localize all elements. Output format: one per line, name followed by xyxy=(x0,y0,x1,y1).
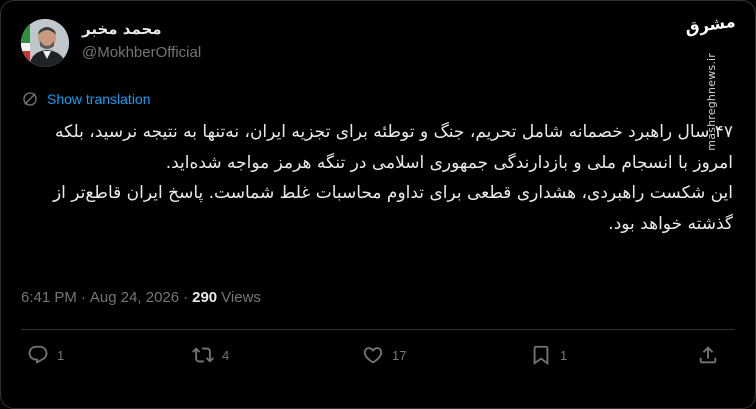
watermark-logo: مشرق xyxy=(683,11,737,38)
share-button[interactable] xyxy=(697,344,719,366)
avatar[interactable] xyxy=(21,19,69,67)
show-translation-button[interactable]: Show translation xyxy=(21,90,151,108)
views-count: 290 xyxy=(192,289,218,306)
share-icon xyxy=(699,346,717,364)
tweet-time[interactable]: 6:41 PM xyxy=(21,289,77,306)
bookmark-count: 1 xyxy=(560,347,568,363)
show-translation-label: Show translation xyxy=(47,91,151,107)
bookmark-icon xyxy=(533,345,549,366)
like-count: 17 xyxy=(392,347,407,363)
retweet-icon xyxy=(192,347,214,363)
tweet-meta: 6:41 PM · Aug 24, 2026 · 290 Views xyxy=(21,289,261,306)
retweet-count: 4 xyxy=(222,347,230,363)
heart-icon xyxy=(363,347,383,364)
translate-icon xyxy=(23,92,37,106)
watermark: مشرق mashreghnews.ir xyxy=(683,12,741,151)
meta-separator: · xyxy=(183,289,189,306)
meta-separator: · xyxy=(80,289,86,306)
reply-count: 1 xyxy=(57,347,65,363)
tweet-paragraph: ۴۷ سال راهبرد خصمانه شامل تحریم، جنگ و ت… xyxy=(55,122,733,173)
tweet-actions: 1 4 17 1 xyxy=(1,344,756,378)
author-name[interactable]: محمد مخبر xyxy=(82,20,162,38)
divider xyxy=(21,329,735,330)
tweet-date[interactable]: Aug 24, 2026 xyxy=(90,289,179,306)
tweet-text: ۴۷ سال راهبرد خصمانه شامل تحریم، جنگ و ت… xyxy=(19,117,733,239)
reply-icon xyxy=(28,345,48,364)
author-handle[interactable]: @MokhberOfficial xyxy=(82,44,201,61)
retweet-button[interactable]: 4 xyxy=(192,344,229,366)
like-button[interactable]: 17 xyxy=(362,344,406,366)
views-label: Views xyxy=(221,289,261,306)
avatar-image xyxy=(21,19,69,67)
tweet-card: محمد مخبر @MokhberOfficial مشرق mashregh… xyxy=(0,0,756,409)
reply-button[interactable]: 1 xyxy=(27,344,64,366)
bookmark-button[interactable]: 1 xyxy=(530,344,567,366)
tweet-paragraph: این شکست راهبردی، هشداری قطعی برای تداوم… xyxy=(52,183,733,234)
